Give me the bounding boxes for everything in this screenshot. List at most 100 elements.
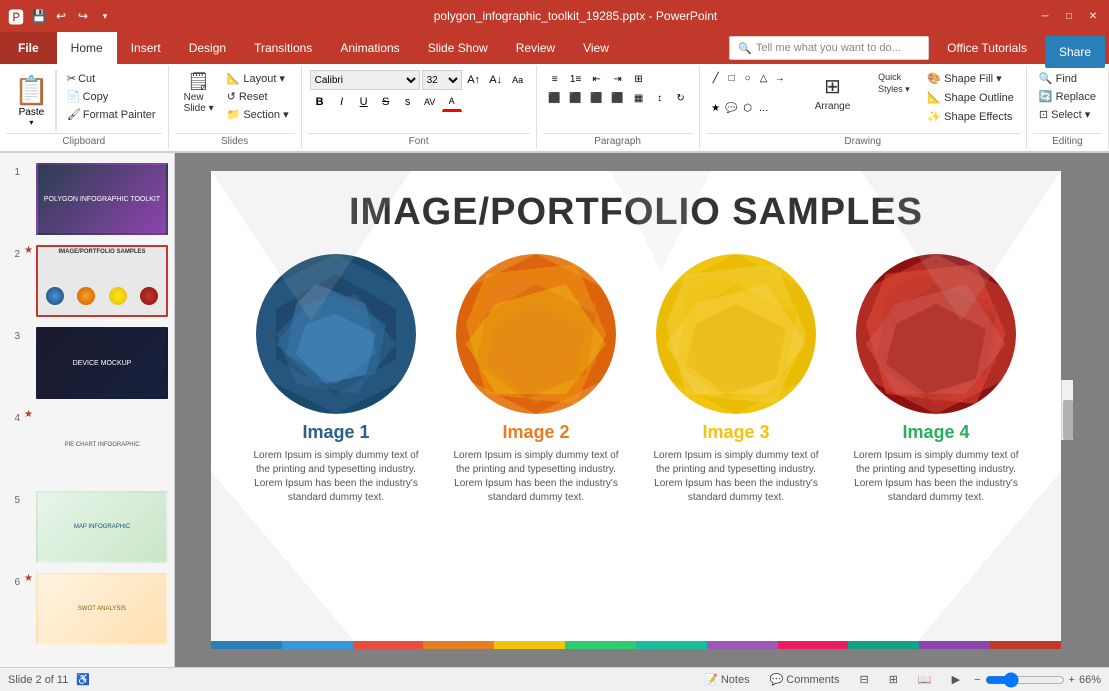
smartart-button[interactable]: ⊞ — [629, 70, 649, 88]
decrease-indent-button[interactable]: ⇤ — [587, 70, 607, 88]
portfolio-text-1: Lorem Ipsum is simply dummy text of the … — [246, 449, 426, 505]
more-shapes[interactable]: … — [756, 100, 772, 116]
find-button[interactable]: 🔍 Find — [1035, 70, 1100, 87]
rect-shape[interactable]: □ — [724, 70, 740, 86]
cut-button[interactable]: ✂Cut — [63, 70, 160, 87]
align-center-button[interactable]: ⬛ — [566, 89, 586, 107]
notes-button[interactable]: 📝 Notes — [698, 672, 755, 687]
font-family-select[interactable]: Calibri — [310, 70, 420, 90]
reading-view-button[interactable]: 📖 — [912, 672, 938, 687]
customize-icon[interactable]: ▾ — [96, 7, 114, 25]
circle-svg-1 — [256, 254, 416, 414]
star-shape[interactable]: ★ — [708, 100, 724, 116]
line-shape[interactable]: ╱ — [708, 70, 724, 86]
slide-thumb-6[interactable]: 6 ★ SWOT ANALYSIS — [4, 571, 170, 647]
align-left-button[interactable]: ⬛ — [545, 89, 565, 107]
vertical-scrollbar[interactable] — [1061, 380, 1073, 440]
slide-thumb-3[interactable]: 3 DEVICE MOCKUP — [4, 325, 170, 401]
replace-button[interactable]: 🔄 Replace — [1035, 88, 1100, 105]
bullet-list-button[interactable]: ≡ — [545, 70, 565, 88]
char-spacing-button[interactable]: AV — [420, 92, 440, 112]
tab-insert[interactable]: Insert — [117, 32, 175, 64]
arrow-shape[interactable]: → — [772, 70, 788, 86]
strikethrough-button[interactable]: S — [376, 92, 396, 112]
slide-thumb-1[interactable]: 1 POLYGON INFOGRAPHIC TOOLKIT — [4, 161, 170, 237]
undo-icon[interactable]: ↩ — [52, 7, 70, 25]
tab-animations[interactable]: Animations — [326, 32, 413, 64]
new-slide-button[interactable]: 🗒 NewSlide ▾ — [177, 70, 221, 116]
triangle-shape[interactable]: △ — [756, 70, 772, 86]
reset-button[interactable]: ↺ Reset — [223, 88, 293, 105]
quick-styles-button[interactable]: QuickStyles ▾ — [866, 70, 921, 97]
justify-button[interactable]: ⬛ — [608, 89, 628, 107]
shape-effects-button[interactable]: ✨ Shape Effects — [923, 108, 1017, 125]
redo-icon[interactable]: ↪ — [74, 7, 92, 25]
slide-sorter-button[interactable]: ⊞ — [883, 672, 904, 687]
slide-thumb-2[interactable]: 2 ★ IMAGE/PORTFOLIO SAMPLES — [4, 243, 170, 319]
powerpoint-logo-icon: 🅿 — [8, 4, 24, 28]
font-group: Calibri 32 A↑ A↓ Aa B I U S s — [302, 66, 537, 149]
slide-thumb-4[interactable]: 4 ★ PIE CHART INFOGRAPHIC — [4, 407, 170, 483]
tab-slideshow[interactable]: Slide Show — [414, 32, 502, 64]
format-painter-button[interactable]: 🖌Format Painter — [63, 106, 160, 123]
callout-shape[interactable]: 💬 — [724, 100, 740, 116]
new-slide-icon: 🗒 — [187, 72, 210, 90]
text-direction-button[interactable]: ↻ — [671, 89, 691, 107]
tab-review[interactable]: Review — [502, 32, 569, 64]
shadow-button[interactable]: s — [398, 92, 418, 112]
numbered-list-button[interactable]: 1≡ — [566, 70, 586, 88]
tell-me-bar[interactable]: 🔍 Tell me what you want to do... — [729, 36, 929, 60]
hexagon-shape[interactable]: ⬡ — [740, 100, 756, 116]
restore-button[interactable]: □ — [1061, 8, 1077, 24]
section-button[interactable]: 📁 Section ▾ — [223, 106, 293, 123]
tab-design[interactable]: Design — [175, 32, 240, 64]
slide-thumb-5[interactable]: 5 MAP INFOGRAPHIC — [4, 489, 170, 565]
share-button[interactable]: Share — [1045, 36, 1105, 68]
scroll-thumb[interactable] — [1063, 400, 1073, 440]
zoom-out-button[interactable]: − — [974, 674, 980, 686]
font-size-select[interactable]: 32 — [422, 70, 462, 90]
tab-home[interactable]: Home — [57, 32, 117, 64]
portfolio-circle-4 — [856, 254, 1016, 414]
italic-button[interactable]: I — [332, 92, 352, 112]
normal-view-button[interactable]: ⊟ — [853, 672, 874, 687]
paragraph-group: ≡ 1≡ ⇤ ⇥ ⊞ ⬛ ⬛ ⬛ ⬛ ▦ ↕ ↻ — [537, 66, 700, 149]
comments-button[interactable]: 💬 Comments — [764, 672, 846, 687]
zoom-slider[interactable] — [985, 672, 1065, 688]
slide-image-3: DEVICE MOCKUP — [36, 327, 168, 399]
paste-button[interactable]: 📋 Paste ▾ — [8, 70, 56, 131]
save-icon[interactable]: 💾 — [30, 7, 48, 25]
minimize-button[interactable]: ─ — [1037, 8, 1053, 24]
copy-button[interactable]: 📄Copy — [63, 88, 160, 105]
layout-button[interactable]: 📐 Layout ▾ — [223, 70, 293, 87]
slides-group: 🗒 NewSlide ▾ 📐 Layout ▾ ↺ Reset 📁 Sectio… — [169, 66, 302, 149]
slideshow-button[interactable]: ▶ — [946, 672, 966, 687]
align-right-button[interactable]: ⬛ — [587, 89, 607, 107]
decrease-font-button[interactable]: A↓ — [486, 70, 506, 90]
portfolio-text-2: Lorem Ipsum is simply dummy text of the … — [446, 449, 626, 505]
shape-outline-button[interactable]: 📐 Shape Outline — [923, 89, 1017, 106]
clear-format-button[interactable]: Aa — [508, 70, 528, 90]
tab-view[interactable]: View — [569, 32, 623, 64]
tab-transitions[interactable]: Transitions — [240, 32, 326, 64]
zoom-in-button[interactable]: + — [1069, 674, 1075, 686]
circle-shape[interactable]: ○ — [740, 70, 756, 86]
close-button[interactable]: ✕ — [1085, 8, 1101, 24]
tab-file[interactable]: File — [0, 32, 57, 64]
ribbon-content: 📋 Paste ▾ ✂Cut 📄Copy 🖌Format Painter Cli… — [0, 64, 1109, 152]
slide-image-1: POLYGON INFOGRAPHIC TOOLKIT — [36, 163, 168, 235]
increase-indent-button[interactable]: ⇥ — [608, 70, 628, 88]
line-spacing-button[interactable]: ↕ — [650, 89, 670, 107]
arrange-button[interactable]: ⊞ Arrange — [807, 70, 857, 116]
font-color-button[interactable]: A — [442, 92, 462, 112]
circle-svg-4 — [856, 254, 1016, 414]
columns-button[interactable]: ▦ — [629, 89, 649, 107]
tab-office-tutorials[interactable]: Office Tutorials — [933, 32, 1041, 64]
underline-button[interactable]: U — [354, 92, 374, 112]
title-bar: 🅿 💾 ↩ ↪ ▾ polygon_infographic_toolkit_19… — [0, 0, 1109, 32]
increase-font-button[interactable]: A↑ — [464, 70, 484, 90]
shape-fill-button[interactable]: 🎨 Shape Fill ▾ — [923, 70, 1017, 87]
bold-button[interactable]: B — [310, 92, 330, 112]
quick-access-toolbar: 💾 ↩ ↪ ▾ — [30, 7, 114, 25]
select-button[interactable]: ⊡ Select ▾ — [1035, 106, 1100, 123]
